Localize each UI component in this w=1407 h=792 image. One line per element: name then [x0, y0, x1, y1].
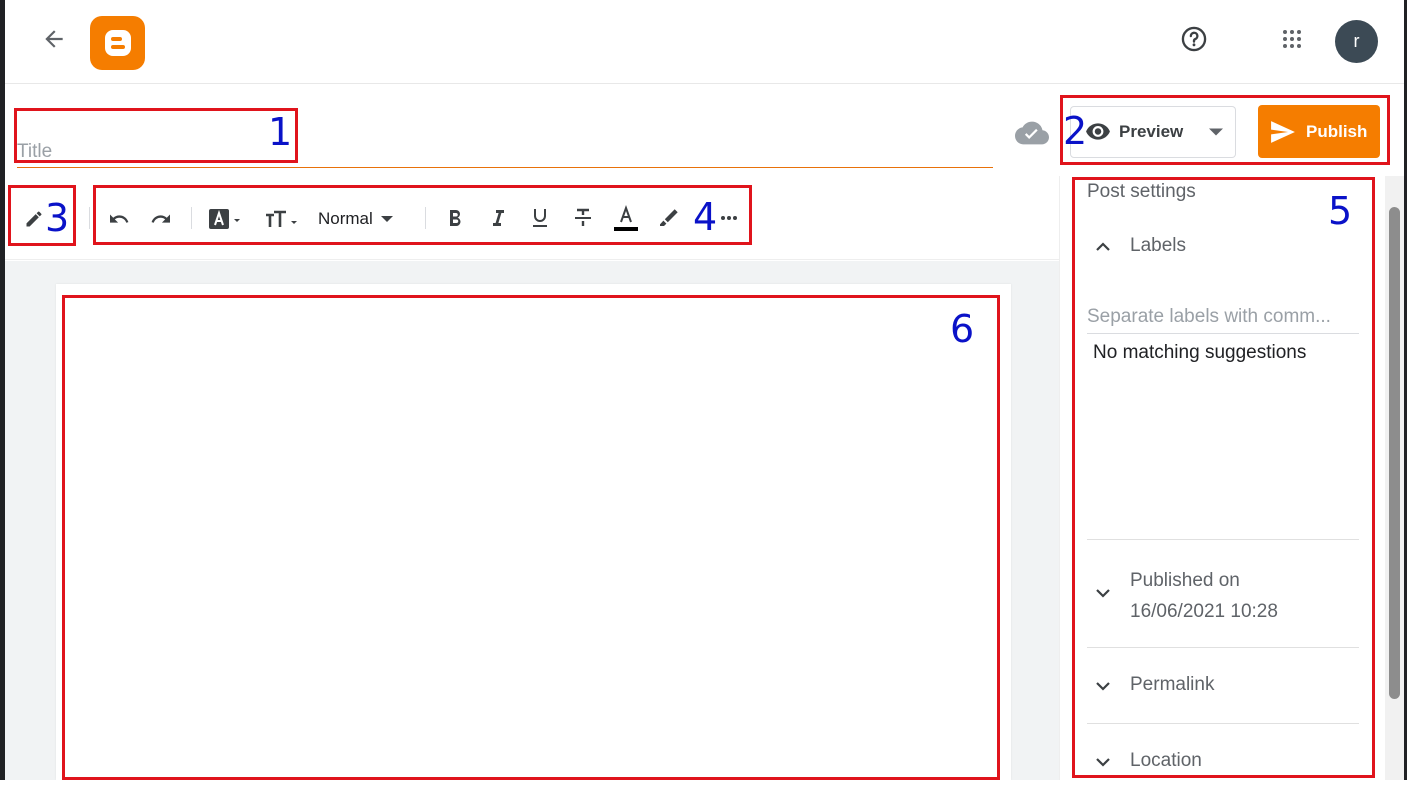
pencil-icon — [26, 211, 42, 227]
font-family-button[interactable] — [206, 204, 248, 234]
top-app-bar: r — [5, 0, 1404, 84]
published-toggle[interactable] — [1088, 578, 1118, 608]
permalink-toggle[interactable] — [1088, 671, 1118, 701]
chevron-down-icon — [1096, 682, 1110, 691]
eye-icon — [1086, 123, 1110, 140]
publish-label: Publish — [1306, 121, 1368, 141]
text-color-button[interactable] — [611, 203, 641, 233]
cloud-done-icon — [1014, 119, 1050, 147]
chevron-down-icon — [380, 216, 393, 222]
section-divider — [1087, 539, 1359, 540]
labels-input[interactable] — [1087, 300, 1359, 334]
send-icon — [1271, 120, 1295, 143]
strikethrough-button[interactable] — [569, 204, 597, 232]
publish-button[interactable]: Publish — [1258, 105, 1380, 158]
back-button[interactable] — [37, 22, 71, 56]
section-divider — [1087, 723, 1359, 724]
account-avatar[interactable]: r — [1335, 20, 1378, 63]
window-frame-bottom — [0, 780, 1407, 792]
font-family-icon — [209, 209, 240, 229]
undo-button[interactable] — [105, 205, 133, 233]
location-toggle[interactable] — [1088, 747, 1118, 777]
section-divider — [1087, 647, 1359, 648]
highlight-icon — [660, 209, 678, 226]
paragraph-style-value: Normal — [318, 209, 373, 228]
paragraph-style-dropdown[interactable]: Normal — [318, 204, 410, 234]
blogger-b-glyph — [104, 30, 131, 56]
underline-icon — [533, 209, 547, 227]
toolbar-separator — [191, 207, 192, 229]
toolbar-separator — [89, 207, 90, 229]
sidebar-scrollbar-thumb[interactable] — [1389, 207, 1400, 699]
published-on-date: 16/06/2021 10:28 — [1130, 601, 1278, 622]
arrow-left-icon — [45, 30, 63, 48]
toolbar-separator — [425, 207, 426, 229]
caret-down-icon — [1209, 128, 1223, 136]
more-options-button[interactable] — [715, 204, 743, 232]
labels-toggle[interactable] — [1088, 231, 1118, 261]
labels-suggestion-text: No matching suggestions — [1093, 342, 1307, 363]
post-settings-title: Post settings — [1087, 181, 1196, 202]
avatar-initial: r — [1353, 31, 1360, 51]
bold-button[interactable] — [441, 204, 469, 232]
underline-button[interactable] — [526, 204, 554, 232]
more-icon — [721, 216, 737, 220]
chevron-down-icon — [1096, 758, 1110, 767]
help-button[interactable] — [1177, 22, 1211, 56]
italic-button[interactable] — [484, 204, 512, 232]
published-on-section[interactable]: Published on 16/06/2021 10:28 — [1130, 565, 1278, 627]
redo-button[interactable] — [147, 205, 175, 233]
font-size-icon — [266, 210, 297, 227]
published-on-label: Published on — [1130, 570, 1240, 591]
permalink-section-label[interactable]: Permalink — [1130, 674, 1214, 696]
text-color-icon — [614, 205, 638, 231]
italic-icon — [493, 210, 504, 226]
post-body-editor[interactable] — [56, 284, 1011, 780]
apps-grid-icon — [1283, 30, 1301, 48]
chevron-down-icon — [1096, 589, 1110, 598]
blogger-logo-icon[interactable] — [90, 16, 145, 70]
chevron-up-icon — [1096, 242, 1110, 251]
preview-menu-button[interactable] — [1197, 106, 1236, 158]
undo-icon — [110, 214, 129, 223]
highlight-button[interactable] — [655, 204, 683, 232]
bold-icon — [450, 210, 461, 226]
post-title-input[interactable] — [17, 130, 993, 168]
apps-button[interactable] — [1275, 22, 1309, 56]
font-size-button[interactable] — [263, 204, 305, 234]
preview-label: Preview — [1119, 122, 1184, 141]
preview-button[interactable]: Preview — [1070, 106, 1198, 158]
compose-mode-button[interactable] — [20, 205, 48, 233]
redo-icon — [151, 214, 170, 223]
labels-section-label[interactable]: Labels — [1130, 235, 1186, 257]
strikethrough-icon — [575, 208, 591, 226]
location-section-label[interactable]: Location — [1130, 750, 1202, 772]
help-circle-icon — [1181, 26, 1207, 52]
